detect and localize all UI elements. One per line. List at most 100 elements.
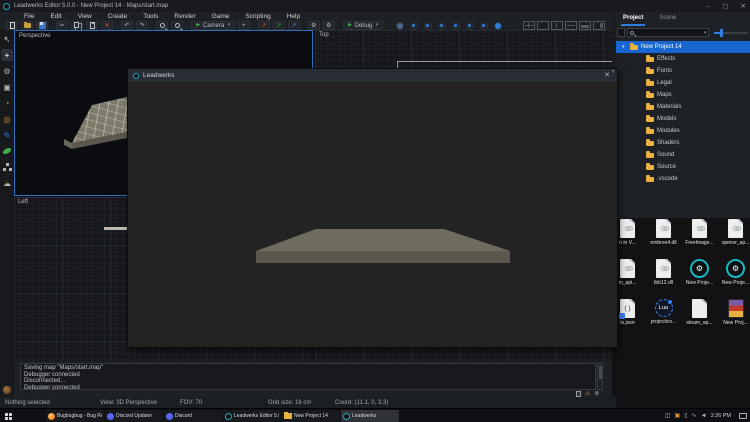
slider-handle[interactable]	[720, 28, 723, 37]
filter-button[interactable]	[617, 28, 625, 37]
tree-folder-item[interactable]: Fonts	[616, 65, 750, 77]
tree-folder-item[interactable]: Materials	[616, 101, 750, 113]
menu-item[interactable]: Render	[174, 13, 195, 20]
dialog-close-button[interactable]: ✕	[604, 72, 610, 79]
redo-button[interactable]: ↷	[136, 21, 148, 30]
start-button[interactable]	[5, 413, 8, 416]
desktop-icon[interactable]: New Proj...	[718, 296, 750, 336]
desktop-icon[interactable]: steam_ap...	[682, 296, 717, 336]
tree-folder-item[interactable]: Modules	[616, 125, 750, 137]
settings-button[interactable]: ⚙	[307, 21, 320, 30]
close-button[interactable]: ✕	[741, 2, 746, 10]
paint-tool[interactable]: ✎	[1, 129, 13, 141]
console-scrollbar[interactable]	[597, 363, 603, 390]
desktop-icon[interactable]: embree4.dll	[646, 216, 681, 256]
move-tool[interactable]: +	[1, 49, 13, 61]
menu-item[interactable]: Create	[108, 13, 128, 20]
viewport-layout-button[interactable]	[550, 21, 563, 30]
volume-icon[interactable]: ◄	[701, 413, 707, 419]
vegetation-tool[interactable]	[1, 145, 13, 157]
render-mode-icon[interactable]	[451, 21, 460, 30]
desktop-icon[interactable]: projectico...	[646, 296, 681, 336]
menu-item[interactable]: File	[24, 13, 34, 20]
dialog-title-bar[interactable]: Leadwerks ✕	[128, 69, 617, 82]
options-button[interactable]: ⚙	[322, 21, 335, 30]
tray-icon[interactable]: ▣	[675, 413, 681, 419]
panel-collapse-icon[interactable]: ‹	[612, 68, 614, 75]
viewport-layout-button[interactable]	[522, 21, 535, 30]
zoom-in-button[interactable]	[156, 21, 168, 30]
save-button[interactable]	[36, 21, 48, 30]
translate-x-button[interactable]: ↗	[257, 21, 270, 30]
tray-icon[interactable]: ◫	[665, 413, 671, 419]
add-button[interactable]: +	[237, 21, 250, 30]
scale-tool[interactable]: ▣	[1, 81, 13, 93]
undo-button[interactable]: ↶	[121, 21, 133, 30]
zoom-out-button[interactable]	[171, 21, 183, 30]
taskbar-app-button[interactable]: Discord	[164, 410, 222, 422]
taskbar-app-button[interactable]: Discord Updater	[105, 410, 163, 422]
tree-folder-item[interactable]: Sound	[616, 149, 750, 161]
select-tool[interactable]: ↖	[1, 33, 13, 45]
tree-folder-item[interactable]: Effects	[616, 53, 750, 65]
desktop-icon[interactable]: openvr_ap...	[718, 216, 750, 256]
render-mode-icon[interactable]	[409, 21, 418, 30]
node-tool[interactable]	[1, 161, 13, 173]
taskbar-app-button[interactable]: Leadwerks Editor 5.0...	[223, 410, 281, 422]
tree-folder-item[interactable]: .vscode	[616, 173, 750, 185]
user-avatar[interactable]	[2, 385, 12, 395]
tree-folder-item[interactable]: Legal	[616, 77, 750, 89]
debug-dropdown[interactable]: ▶ Debug ▾	[342, 21, 383, 30]
menu-item[interactable]: Tools	[143, 13, 158, 20]
render-mode-icon[interactable]	[395, 21, 404, 30]
tree-folder-item[interactable]: Maps	[616, 89, 750, 101]
tray-icon[interactable]: ▯	[684, 413, 687, 419]
camera-dropdown[interactable]: ▶ Camera ▾	[191, 21, 235, 30]
search-input[interactable]: ▾	[627, 28, 709, 37]
translate-y-button[interactable]: ↗	[272, 21, 285, 30]
taskbar-app-button[interactable]: Leadwerks	[341, 410, 399, 422]
open-button[interactable]	[21, 21, 33, 30]
tree-root-item[interactable]: ▾ New Project 14	[616, 41, 750, 53]
maximize-button[interactable]: ▢	[722, 2, 728, 10]
render-mode-icon[interactable]	[493, 21, 502, 30]
menu-item[interactable]: Scripting	[245, 13, 270, 20]
viewport-layout-button[interactable]	[536, 21, 549, 30]
thumbnail-size-slider[interactable]	[714, 28, 748, 37]
console-log[interactable]: Saving map "Maps/start.map" Debugger conn…	[20, 363, 596, 390]
taskbar-app-button[interactable]: Bugbugbug - Bug Re...	[46, 410, 104, 422]
menu-item[interactable]: View	[78, 13, 92, 20]
copy-button[interactable]	[71, 21, 83, 30]
desktop-icon[interactable]: FreeImage...	[682, 216, 717, 256]
publish-tool[interactable]: ☁ ↑	[1, 177, 13, 189]
network-icon[interactable]: ∿	[692, 413, 697, 419]
viewport-layout-button[interactable]	[578, 21, 591, 30]
panel-tab[interactable]: Scene	[657, 12, 678, 26]
tree-folder-item[interactable]: Shaders	[616, 137, 750, 149]
minimize-button[interactable]: –	[707, 3, 711, 10]
render-mode-icon[interactable]	[423, 21, 432, 30]
desktop-icon[interactable]: New Proje...	[718, 256, 750, 296]
translate-z-button[interactable]: ↗	[287, 21, 300, 30]
tree-folder-item[interactable]: Source	[616, 161, 750, 173]
expand-arrow-icon[interactable]: ▾	[622, 44, 627, 50]
desktop-icon[interactable]: New Proje...	[682, 256, 717, 296]
viewport-layout-button[interactable]	[592, 21, 605, 30]
render-mode-icon[interactable]	[437, 21, 446, 30]
new-file-button[interactable]	[6, 21, 18, 30]
render-mode-icon[interactable]	[479, 21, 488, 30]
model-tool[interactable]: ◎	[1, 113, 13, 125]
rotate-tool[interactable]: ⚙	[1, 65, 13, 77]
csg-tool[interactable]: ◔	[1, 97, 13, 109]
render-mode-icon[interactable]	[465, 21, 474, 30]
notification-icon[interactable]	[739, 413, 747, 419]
panel-tab[interactable]: Project	[621, 12, 646, 26]
menu-item[interactable]: Game	[212, 13, 230, 20]
viewport-layout-button[interactable]	[564, 21, 577, 30]
menu-item[interactable]: Edit	[50, 13, 61, 20]
cut-button[interactable]: ✂	[56, 21, 68, 30]
menu-item[interactable]: Help	[287, 13, 300, 20]
tree-folder-item[interactable]: Models	[616, 113, 750, 125]
taskbar-app-button[interactable]: New Project 14	[282, 410, 340, 422]
paste-button[interactable]	[86, 21, 98, 30]
